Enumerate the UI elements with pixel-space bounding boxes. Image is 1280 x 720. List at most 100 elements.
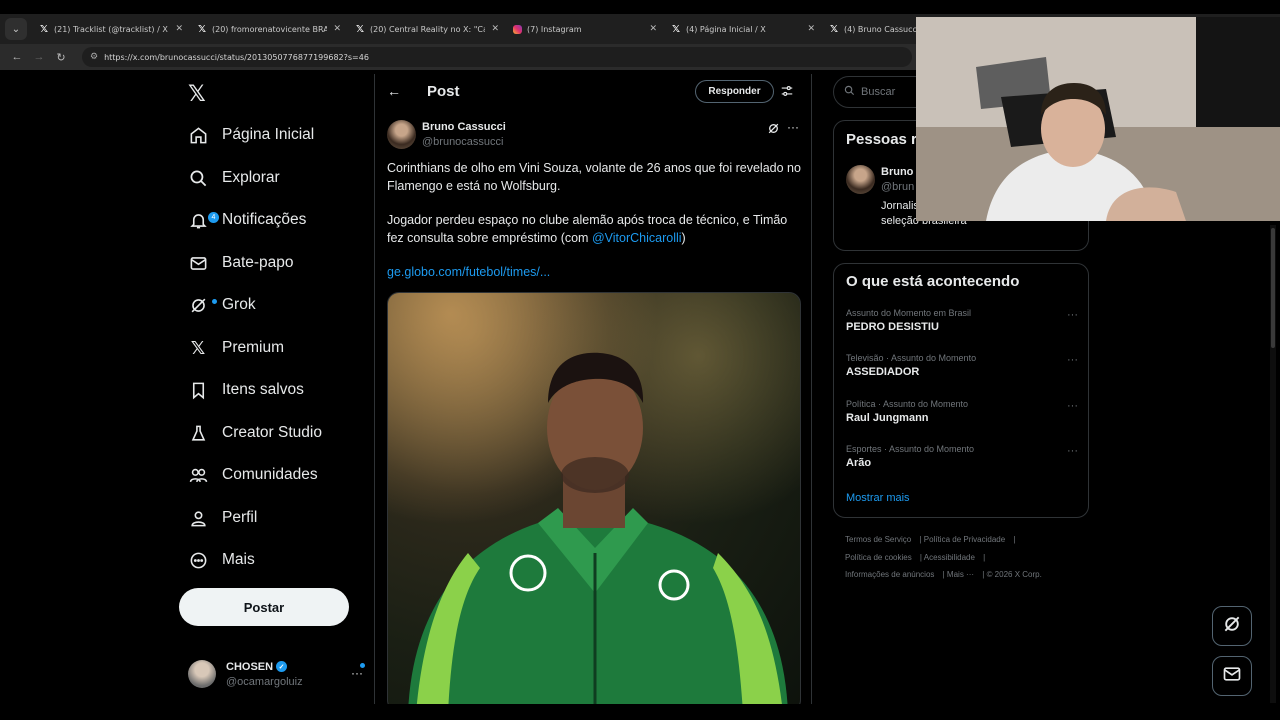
mention-link[interactable]: @VitorChicarolli	[592, 231, 682, 245]
bell-icon: 4	[188, 210, 219, 230]
trend-context: Esportes · Assunto do Momento	[846, 444, 975, 454]
new-indicator-dot	[212, 299, 217, 304]
forward-icon[interactable]: →	[28, 51, 50, 63]
tab-search-button[interactable]: ⌄	[5, 18, 27, 40]
footer-link[interactable]: Informações de anúncios	[845, 570, 934, 579]
back-icon[interactable]: ←	[6, 51, 28, 63]
back-arrow-icon[interactable]: ←	[387, 83, 401, 99]
trend-item[interactable]: Assunto do Momento em Brasil PEDRO DESIS…	[846, 308, 1078, 333]
close-icon[interactable]: ✕	[333, 24, 341, 34]
post-author: Bruno Cassucci @brunocassucci ···	[387, 120, 807, 150]
more-icon[interactable]: ···	[351, 666, 363, 680]
trending-card: O que está acontecendo Assunto do Moment…	[833, 263, 1089, 518]
post-column: ← Post Responder Bruno Cassucci @brunoca…	[374, 74, 812, 704]
mail-icon	[188, 253, 208, 273]
reply-button[interactable]: Responder	[695, 80, 774, 103]
sidebar-item-label: Creator Studio	[222, 424, 322, 441]
more-icon[interactable]: ···	[1067, 400, 1078, 412]
sidebar-item-more[interactable]: Mais	[188, 545, 255, 575]
sidebar-item-label: Premium	[222, 339, 285, 356]
x-logo-icon: 𝕏	[671, 23, 681, 35]
more-icon[interactable]: ···	[1067, 309, 1078, 321]
author-name[interactable]: Bruno Cassucci	[422, 121, 506, 133]
account-switcher[interactable]: CHOSEN ✓ @ocamargoluiz ···	[188, 654, 368, 694]
more-icon[interactable]: ···	[1067, 445, 1078, 457]
footer-link[interactable]: Termos de Serviço	[845, 535, 911, 544]
browser-tab[interactable]: (7) Instagram ✕	[507, 14, 665, 44]
sidebar-item-communities[interactable]: Comunidades	[188, 460, 318, 490]
post-button[interactable]: Postar	[179, 588, 349, 626]
x-logo-icon: 𝕏	[39, 23, 49, 35]
sidebar-item-profile[interactable]: Perfil	[188, 503, 257, 533]
close-icon[interactable]: ✕	[175, 24, 183, 34]
sidebar-item-label: Comunidades	[222, 466, 318, 483]
sidebar-item-creator-studio[interactable]: Creator Studio	[188, 418, 322, 448]
tab-title: (4) Página Inicial / X	[686, 24, 766, 34]
verified-badge-icon: ✓	[276, 661, 288, 672]
sidebar-item-chat[interactable]: Bate-papo	[188, 248, 294, 278]
post-image[interactable]	[387, 292, 801, 704]
webcam-overlay	[916, 17, 1280, 221]
post-paragraph: Corinthians de olho em Vini Souza, volan…	[387, 161, 801, 193]
post-text-segment: )	[681, 230, 686, 245]
messages-fab-button[interactable]	[1212, 656, 1252, 696]
suggested-user-name[interactable]: Bruno	[881, 166, 913, 178]
scrollbar-thumb[interactable]	[1271, 228, 1275, 348]
more-icon[interactable]: ···	[787, 120, 799, 134]
x-logo-icon: 𝕏	[197, 23, 207, 35]
sidebar-item-label: Página Inicial	[222, 126, 315, 143]
webcam-scene-illustration	[916, 17, 1280, 221]
sidebar-item-explore[interactable]: Explorar	[188, 163, 280, 193]
grok-icon[interactable]	[767, 122, 780, 140]
copyright-text: © 2026 X Corp.	[986, 570, 1042, 579]
tab-title: (20) Central Reality no X: "Capa	[370, 24, 486, 34]
avatar[interactable]	[846, 165, 875, 194]
x-logo-icon: 𝕏	[190, 337, 206, 359]
more-icon[interactable]: ···	[1067, 354, 1078, 366]
author-handle[interactable]: @brunocassucci	[422, 136, 503, 148]
more-circle-icon	[188, 550, 208, 570]
tab-title: (7) Instagram	[527, 24, 582, 34]
post-header: ← Post Responder	[375, 74, 811, 110]
show-more-link[interactable]: Mostrar mais	[846, 492, 910, 504]
x-logo-icon: 𝕏	[829, 23, 839, 35]
close-icon[interactable]: ✕	[649, 24, 657, 34]
footer-link[interactable]: Política de cookies	[845, 553, 912, 562]
sidebar-item-bookmarks[interactable]: Itens salvos	[188, 375, 304, 405]
x-logo-icon[interactable]: 𝕏	[188, 82, 206, 107]
people-icon	[188, 465, 208, 485]
sidebar-item-grok[interactable]: Grok	[188, 290, 256, 320]
avatar[interactable]	[387, 120, 416, 149]
search-icon	[844, 85, 855, 99]
trending-title: O que está acontecendo	[846, 273, 1020, 290]
browser-tab[interactable]: 𝕏 (20) fromorenatovicente BRASIL ✕	[191, 14, 349, 44]
grok-fab-button[interactable]	[1212, 606, 1252, 646]
site-settings-icon[interactable]: ⚙	[90, 52, 98, 62]
sidebar-item-home[interactable]: Página Inicial	[188, 120, 314, 150]
trend-item[interactable]: Esportes · Assunto do Momento Arão ···	[846, 444, 1078, 469]
browser-tab[interactable]: 𝕏 (21) Tracklist (@tracklist) / X ✕	[33, 14, 191, 44]
trend-item[interactable]: Televisão · Assunto do Momento ASSEDIADO…	[846, 353, 1078, 378]
post-text: Corinthians de olho em Vini Souza, volan…	[387, 160, 802, 299]
url-field[interactable]: ⚙ https://x.com/brunocassucci/status/201…	[82, 47, 912, 67]
page-title: Post	[427, 83, 460, 100]
sliders-icon[interactable]	[780, 84, 794, 103]
trend-name: Arão	[846, 457, 872, 469]
browser-tab[interactable]: 𝕏 (20) Central Reality no X: "Capa ✕	[349, 14, 507, 44]
footer-link[interactable]: Acessibilidade	[924, 553, 975, 562]
article-link[interactable]: ge.globo.com/futebol/times/...	[387, 265, 550, 279]
sidebar-item-premium[interactable]: 𝕏 Premium	[188, 333, 284, 363]
close-icon[interactable]: ✕	[807, 24, 815, 34]
post-text-segment: Jogador perdeu espaço no clube alemão ap…	[387, 213, 788, 245]
reload-icon[interactable]: ↻	[50, 51, 72, 64]
trend-name: ASSEDIADOR	[846, 366, 920, 378]
close-icon[interactable]: ✕	[491, 24, 499, 34]
footer-link[interactable]: Política de Privacidade	[924, 535, 1005, 544]
trend-context: Política · Assunto do Momento	[846, 399, 969, 409]
footer-more-link[interactable]: Mais ···	[947, 570, 974, 579]
trend-name: Raul Jungmann	[846, 412, 929, 424]
sidebar-item-notifications[interactable]: 4 Notificações	[188, 205, 306, 235]
browser-tab[interactable]: 𝕏 (4) Página Inicial / X ✕	[665, 14, 823, 44]
trend-item[interactable]: Política · Assunto do Momento Raul Jungm…	[846, 399, 1078, 424]
avatar	[188, 660, 216, 688]
